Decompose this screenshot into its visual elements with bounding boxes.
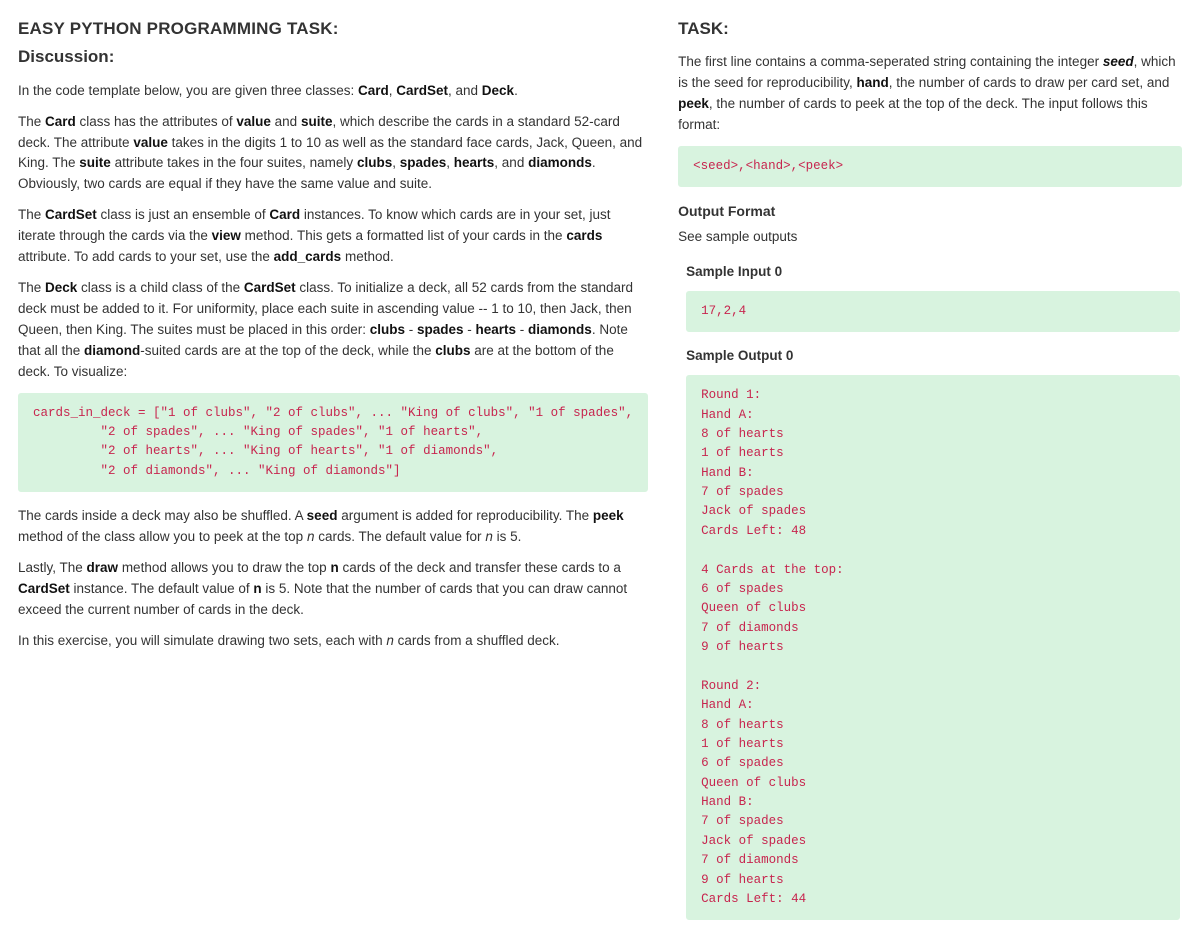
sample-output-heading: Sample Output 0 xyxy=(686,346,1182,367)
task-column: TASK: The first line contains a comma-se… xyxy=(678,16,1182,934)
deck-class-paragraph: The Deck class is a child class of the C… xyxy=(18,278,648,383)
output-format-text: See sample outputs xyxy=(678,227,1182,248)
intro-paragraph: In the code template below, you are give… xyxy=(18,81,648,102)
exercise-paragraph: In this exercise, you will simulate draw… xyxy=(18,631,648,652)
cards-in-deck-code: cards_in_deck = ["1 of clubs", "2 of clu… xyxy=(18,393,648,493)
page-title: EASY PYTHON PROGRAMMING TASK: xyxy=(18,16,648,42)
shuffle-paragraph: The cards inside a deck may also be shuf… xyxy=(18,506,648,548)
input-format-code: <seed>,<hand>,<peek> xyxy=(678,146,1182,187)
task-intro-paragraph: The first line contains a comma-seperate… xyxy=(678,52,1182,136)
draw-paragraph: Lastly, The draw method allows you to dr… xyxy=(18,558,648,621)
sample-input-heading: Sample Input 0 xyxy=(686,262,1182,283)
output-format-heading: Output Format xyxy=(678,201,1182,223)
discussion-column: EASY PYTHON PROGRAMMING TASK: Discussion… xyxy=(18,16,648,934)
sample-input-code: 17,2,4 xyxy=(686,291,1180,332)
discussion-heading: Discussion: xyxy=(18,44,648,70)
sample-output-code: Round 1: Hand A: 8 of hearts 1 of hearts… xyxy=(686,375,1180,920)
task-heading: TASK: xyxy=(678,16,1182,42)
cardset-class-paragraph: The CardSet class is just an ensemble of… xyxy=(18,205,648,268)
card-class-paragraph: The Card class has the attributes of val… xyxy=(18,112,648,196)
two-column-layout: EASY PYTHON PROGRAMMING TASK: Discussion… xyxy=(18,16,1182,934)
